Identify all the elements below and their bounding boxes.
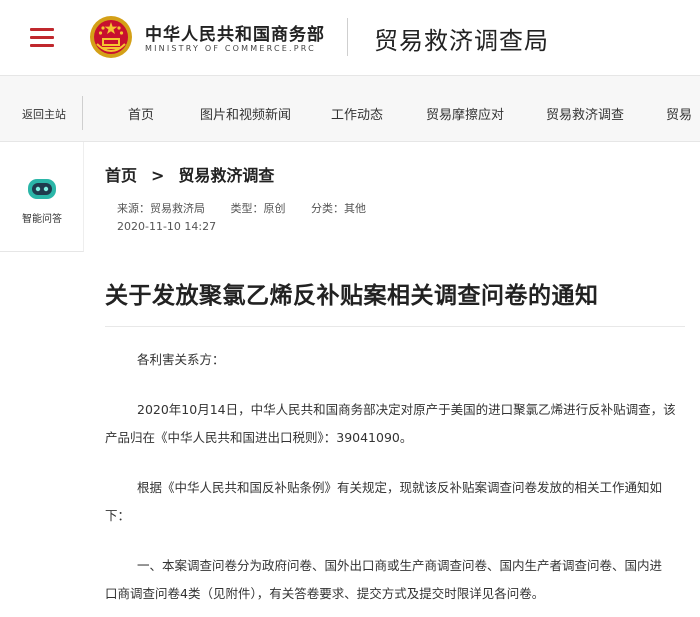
meta-type: 类型：原创 — [230, 202, 286, 215]
bureau-title[interactable]: 贸易救济调查局 — [374, 21, 549, 56]
salutation-text: 各利害关系方： — [137, 352, 225, 367]
breadcrumb-current[interactable]: 贸易救济调查 — [178, 166, 274, 185]
meta-category: 分类：其他 — [311, 202, 366, 215]
paragraph-line: 产品归在《中华人民共和国进出口税则》：39041090。 — [105, 430, 413, 445]
sidebar: 智能问答 — [0, 142, 84, 252]
nav-item-home[interactable]: 首页 — [128, 104, 154, 123]
robot-assistant-icon[interactable] — [26, 176, 58, 202]
smart-qa-label[interactable]: 智能问答 — [0, 210, 84, 225]
menu-icon[interactable] — [30, 26, 54, 48]
ministry-name-en: MINISTRY OF COMMERCE.PRC — [145, 44, 316, 53]
paragraph-line: 根据《中华人民共和国反补贴条例》有关规定，现就该反补贴案调查问卷发放的相关工作通… — [137, 480, 663, 495]
article-content: 首页 > 贸易救济调查 来源：贸易救济局 类型：原创 分类：其他 2020-11-1… — [85, 142, 700, 617]
nav-divider — [82, 96, 83, 130]
paragraph-2: 根据《中华人民共和国反补贴条例》有关规定，现就该反补贴案调查问卷发放的相关工作通… — [105, 474, 690, 530]
paragraph-1: 2020年10月14日，中华人民共和国商务部决定对原产于美国的进口聚氯乙烯进行反… — [105, 396, 690, 452]
paragraph-line: 下： — [105, 508, 131, 523]
paragraph-3: 一、本案调查问卷分为政府问卷、国外出口商或生产商调查问卷、国内生产者调查问卷、国… — [105, 552, 690, 608]
paragraph-line: 一、本案调查问卷分为政府问卷、国外出口商或生产商调查问卷、国内生产者调查问卷、国… — [137, 558, 663, 573]
publish-date: 2020-11-10 14:27 — [117, 220, 217, 233]
meta-source: 来源：贸易救济局 — [117, 202, 205, 215]
breadcrumb: 首页 > 贸易救济调查 — [105, 162, 274, 186]
nav-item-trade-remedy[interactable]: 贸易救济调查 — [546, 104, 624, 123]
paragraph-line: 2020年10月14日，中华人民共和国商务部决定对原产于美国的进口聚氯乙烯进行反… — [137, 402, 676, 417]
breadcrumb-separator: > — [151, 166, 165, 185]
salutation: 各利害关系方： — [105, 346, 690, 374]
main-nav: 返回主站 首页 图片和视频新闻 工作动态 贸易摩擦应对 贸易救济调查 贸易 — [0, 76, 700, 142]
national-emblem-icon[interactable] — [88, 14, 134, 60]
article-title: 关于发放聚氯乙烯反补贴案相关调查问卷的通知 — [105, 283, 599, 309]
back-home-link[interactable]: 返回主站 — [22, 106, 66, 122]
nav-item-photo-video-news[interactable]: 图片和视频新闻 — [200, 104, 291, 123]
breadcrumb-home[interactable]: 首页 — [105, 166, 137, 185]
title-divider — [105, 326, 685, 327]
header-divider — [347, 18, 348, 56]
ministry-name-cn: 中华人民共和国商务部 — [145, 25, 325, 45]
nav-item-trade-friction[interactable]: 贸易摩擦应对 — [426, 104, 504, 123]
nav-item-work-updates[interactable]: 工作动态 — [331, 104, 383, 123]
article-meta: 来源：贸易救济局 类型：原创 分类：其他 — [117, 200, 388, 216]
site-header: 中华人民共和国商务部 MINISTRY OF COMMERCE.PRC 贸易救济… — [0, 0, 700, 76]
paragraph-line: 口商调查问卷4类（见附件），有关答卷要求、提交方式及提交时限详见各问卷。 — [105, 586, 545, 601]
nav-item-trade-more[interactable]: 贸易 — [666, 104, 692, 123]
